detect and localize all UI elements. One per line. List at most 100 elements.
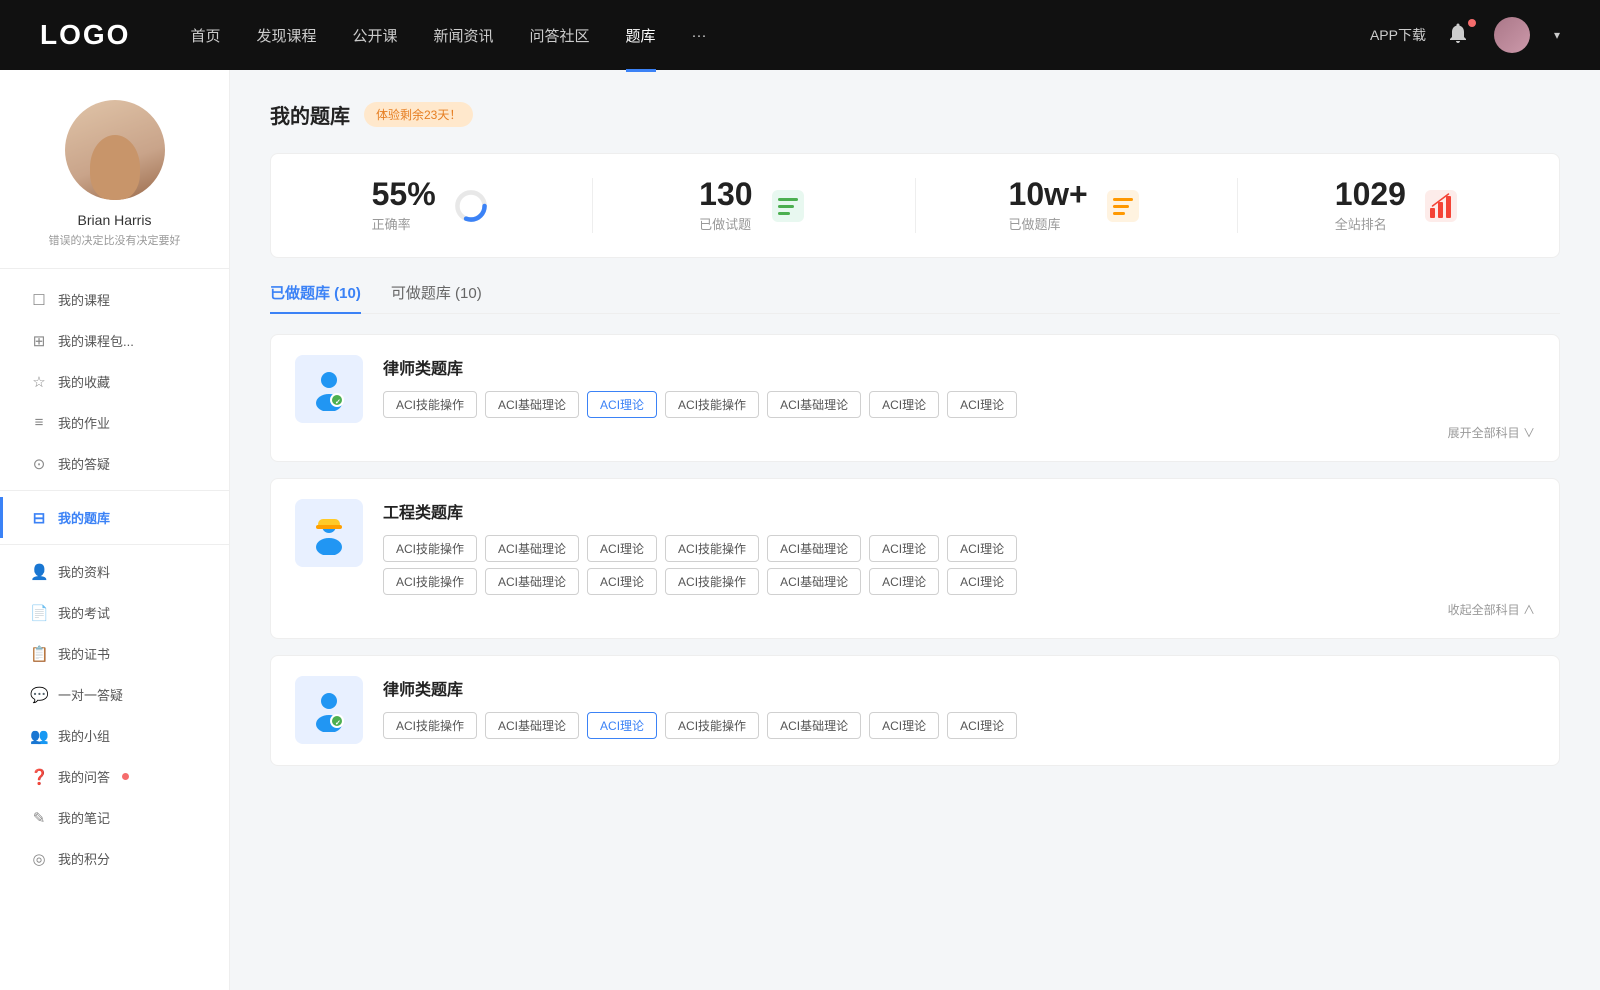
tag-item[interactable]: ACI技能操作 bbox=[665, 568, 759, 595]
nav-bank[interactable]: 题库 bbox=[626, 25, 656, 46]
nav-qa[interactable]: 问答社区 bbox=[530, 25, 590, 46]
favorites-icon: ☆ bbox=[30, 373, 48, 391]
nav-news[interactable]: 新闻资讯 bbox=[434, 25, 494, 46]
sidebar-item-label: 我的答疑 bbox=[58, 454, 110, 473]
tag-item[interactable]: ACI基础理论 bbox=[767, 712, 861, 739]
tag-item[interactable]: ACI理论 bbox=[587, 535, 657, 562]
app-download-button[interactable]: APP下载 bbox=[1370, 25, 1426, 45]
stat-accuracy-label: 正确率 bbox=[372, 214, 436, 233]
tag-item[interactable]: ACI技能操作 bbox=[665, 391, 759, 418]
tag-item[interactable]: ACI技能操作 bbox=[383, 391, 477, 418]
sidebar-menu: ☐ 我的课程 ⊞ 我的课程包... ☆ 我的收藏 ≡ 我的作业 ⊙ 我的答疑 ⊟ bbox=[0, 279, 229, 879]
tab-done-banks[interactable]: 已做题库 (10) bbox=[270, 282, 361, 313]
nav-discover[interactable]: 发现课程 bbox=[256, 25, 316, 46]
nav-home[interactable]: 首页 bbox=[190, 25, 220, 46]
sidebar-item-label: 我的证书 bbox=[58, 644, 110, 663]
nav-more[interactable]: ··· bbox=[692, 27, 707, 44]
sidebar-item-notes[interactable]: ✎ 我的笔记 bbox=[0, 797, 229, 838]
collapse-button-engineer[interactable]: 收起全部科目 ∧ bbox=[383, 601, 1535, 618]
stat-banks-icon bbox=[1102, 185, 1144, 227]
svg-text:✓: ✓ bbox=[335, 399, 341, 406]
sidebar-item-group[interactable]: 👥 我的小组 bbox=[0, 715, 229, 756]
bank-card-lawyer-1-tags: ACI技能操作 ACI基础理论 ACI理论 ACI技能操作 ACI基础理论 AC… bbox=[383, 391, 1535, 418]
tag-item[interactable]: ACI理论 bbox=[869, 535, 939, 562]
tab-available-banks[interactable]: 可做题库 (10) bbox=[391, 282, 482, 313]
sidebar-item-label: 我的笔记 bbox=[58, 808, 110, 827]
sidebar-item-homework[interactable]: ≡ 我的作业 bbox=[0, 402, 229, 443]
tag-item[interactable]: ACI理论 bbox=[587, 568, 657, 595]
notification-bell-icon[interactable] bbox=[1446, 21, 1474, 49]
bank-card-engineer-tags-row1: ACI技能操作 ACI基础理论 ACI理论 ACI技能操作 ACI基础理论 AC… bbox=[383, 535, 1535, 562]
sidebar-item-one-on-one[interactable]: 💬 一对一答疑 bbox=[0, 674, 229, 715]
sidebar-item-my-qa[interactable]: ❓ 我的问答 bbox=[0, 756, 229, 797]
stat-accuracy: 55% 正确率 bbox=[271, 178, 593, 233]
tabs: 已做题库 (10) 可做题库 (10) bbox=[270, 282, 1560, 314]
sidebar-item-answers[interactable]: ⊙ 我的答疑 bbox=[0, 443, 229, 484]
tag-item[interactable]: ACI理论 bbox=[869, 712, 939, 739]
sidebar-item-label: 我的积分 bbox=[58, 849, 110, 868]
stat-questions-done: 130 已做试题 bbox=[593, 178, 915, 233]
one-on-one-icon: 💬 bbox=[30, 686, 48, 704]
stat-banks-label: 已做题库 bbox=[1009, 214, 1088, 233]
tag-item[interactable]: ACI理论 bbox=[947, 568, 1017, 595]
expand-button-lawyer-1[interactable]: 展开全部科目 ∨ bbox=[383, 424, 1535, 441]
bank-card-lawyer-2-body: 律师类题库 ACI技能操作 ACI基础理论 ACI理论 ACI技能操作 ACI基… bbox=[383, 676, 1535, 745]
tag-item-active[interactable]: ACI理论 bbox=[587, 712, 657, 739]
list-orange-icon bbox=[1105, 188, 1141, 224]
bank-card-engineer: 工程类题库 ACI技能操作 ACI基础理论 ACI理论 ACI技能操作 ACI基… bbox=[270, 478, 1560, 639]
stat-rank-text: 1029 全站排名 bbox=[1335, 178, 1406, 233]
stat-questions-value: 130 bbox=[699, 178, 752, 210]
tag-item[interactable]: ACI理论 bbox=[947, 712, 1017, 739]
tag-item[interactable]: ACI技能操作 bbox=[665, 535, 759, 562]
homework-icon: ≡ bbox=[30, 414, 48, 431]
bank-card-engineer-title: 工程类题库 bbox=[383, 499, 1535, 523]
tag-item[interactable]: ACI基础理论 bbox=[485, 535, 579, 562]
course-package-icon: ⊞ bbox=[30, 332, 48, 350]
sidebar-item-favorites[interactable]: ☆ 我的收藏 bbox=[0, 361, 229, 402]
tag-item[interactable]: ACI技能操作 bbox=[383, 712, 477, 739]
sidebar-item-label: 我的小组 bbox=[58, 726, 110, 745]
sidebar-item-course-package[interactable]: ⊞ 我的课程包... bbox=[0, 320, 229, 361]
tag-item[interactable]: ACI理论 bbox=[947, 535, 1017, 562]
sidebar-item-label: 我的题库 bbox=[58, 508, 110, 527]
tag-item[interactable]: ACI基础理论 bbox=[767, 535, 861, 562]
stats-row: 55% 正确率 130 已做试题 bbox=[270, 153, 1560, 258]
stat-banks-done: 10w+ 已做题库 bbox=[916, 178, 1238, 233]
avatar[interactable] bbox=[1494, 17, 1530, 53]
sidebar-item-certificate[interactable]: 📋 我的证书 bbox=[0, 633, 229, 674]
exam-icon: 📄 bbox=[30, 604, 48, 622]
sidebar-item-label: 我的收藏 bbox=[58, 372, 110, 391]
tag-item[interactable]: ACI基础理论 bbox=[485, 568, 579, 595]
tag-item[interactable]: ACI技能操作 bbox=[383, 568, 477, 595]
avatar-image bbox=[1494, 17, 1530, 53]
tag-item[interactable]: ACI技能操作 bbox=[665, 712, 759, 739]
bank-card-lawyer-2-tags: ACI技能操作 ACI基础理论 ACI理论 ACI技能操作 ACI基础理论 AC… bbox=[383, 712, 1535, 739]
tag-item[interactable]: ACI基础理论 bbox=[767, 568, 861, 595]
tag-item[interactable]: ACI基础理论 bbox=[485, 391, 579, 418]
sidebar-item-points[interactable]: ◎ 我的积分 bbox=[0, 838, 229, 879]
tag-item-active[interactable]: ACI理论 bbox=[587, 391, 657, 418]
stat-questions-text: 130 已做试题 bbox=[699, 178, 752, 233]
sidebar-username: Brian Harris bbox=[78, 212, 152, 228]
bank-card-engineer-tags-row2: ACI技能操作 ACI基础理论 ACI理论 ACI技能操作 ACI基础理论 AC… bbox=[383, 568, 1535, 595]
sidebar-item-courses[interactable]: ☐ 我的课程 bbox=[0, 279, 229, 320]
tag-item[interactable]: ACI理论 bbox=[869, 568, 939, 595]
navbar: LOGO 首页 发现课程 公开课 新闻资讯 问答社区 题库 ··· APP下载 … bbox=[0, 0, 1600, 70]
tag-item[interactable]: ACI理论 bbox=[869, 391, 939, 418]
sidebar: Brian Harris 错误的决定比没有决定要好 ☐ 我的课程 ⊞ 我的课程包… bbox=[0, 70, 230, 990]
sidebar-item-profile[interactable]: 👤 我的资料 bbox=[0, 551, 229, 592]
avatar-chevron-icon[interactable]: ▾ bbox=[1554, 28, 1560, 42]
nav-openclass[interactable]: 公开课 bbox=[352, 25, 397, 46]
tag-item[interactable]: ACI基础理论 bbox=[767, 391, 861, 418]
tag-item[interactable]: ACI技能操作 bbox=[383, 535, 477, 562]
lawyer-person-icon-2: ✓ bbox=[307, 688, 351, 732]
bank-card-lawyer-2-icon: ✓ bbox=[295, 676, 363, 744]
stat-questions-label: 已做试题 bbox=[699, 214, 752, 233]
main-content: 我的题库 体验剩余23天！ 55% 正确率 bbox=[230, 70, 1600, 990]
sidebar-item-exam[interactable]: 📄 我的考试 bbox=[0, 592, 229, 633]
stat-banks-text: 10w+ 已做题库 bbox=[1009, 178, 1088, 233]
tag-item[interactable]: ACI基础理论 bbox=[485, 712, 579, 739]
sidebar-item-bank[interactable]: ⊟ 我的题库 bbox=[0, 497, 229, 538]
chart-red-icon bbox=[1423, 188, 1459, 224]
tag-item[interactable]: ACI理论 bbox=[947, 391, 1017, 418]
